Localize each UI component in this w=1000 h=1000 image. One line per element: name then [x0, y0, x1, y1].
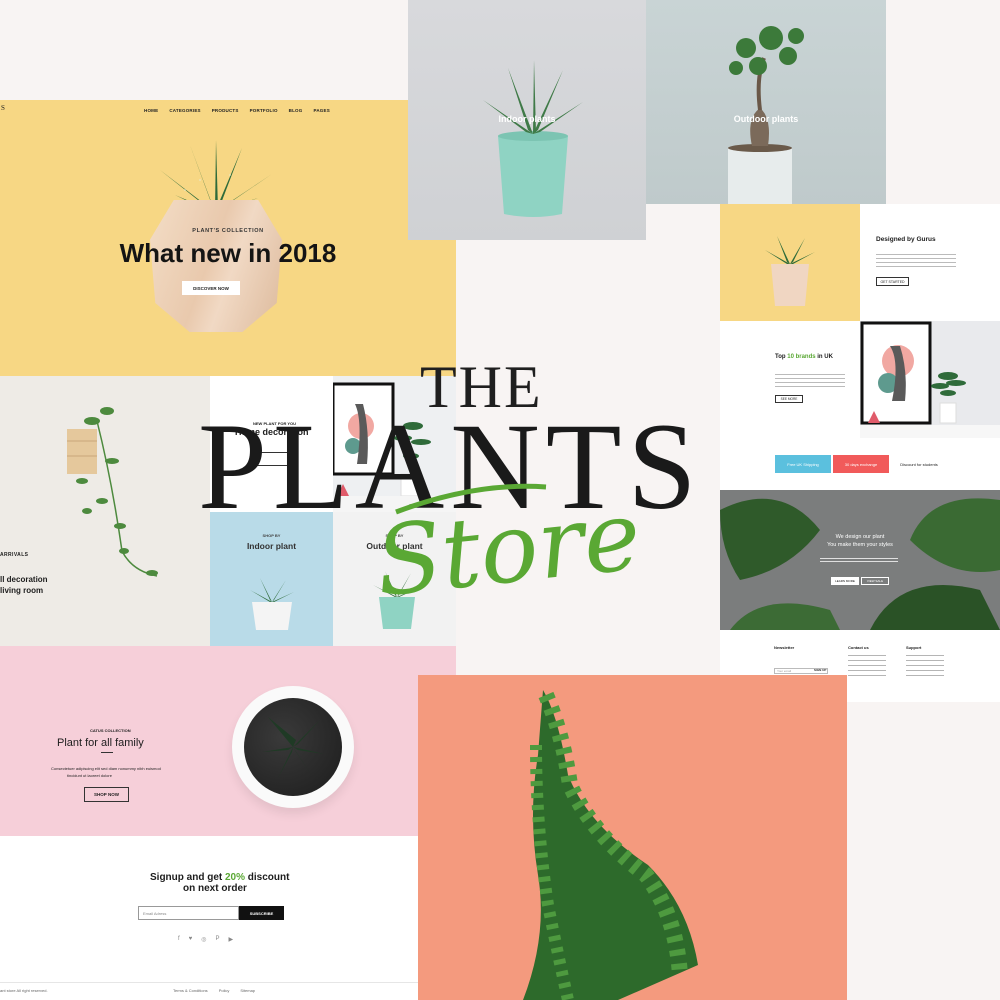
brand-title-store: Store	[371, 479, 646, 618]
signup-section: Signup and get 20% discount on next orde…	[0, 836, 418, 1000]
indoor-plant-image	[483, 60, 583, 217]
cactus-collection-section: CATUS COLLECTION Plant for all family Co…	[0, 646, 456, 836]
feature-student-discount: Discount for students	[900, 461, 938, 467]
designed-by-gurus-section: Designed by Gurus GET STARTED	[860, 204, 1000, 321]
social-links: f ♥ ◎ P ▶	[178, 936, 233, 943]
contact-lines	[848, 655, 886, 677]
indoor-plants-card[interactable]: Indoor plants	[408, 0, 646, 240]
learn-more-button[interactable]: LEARN MORE	[831, 577, 859, 585]
pinterest-icon[interactable]: P	[215, 936, 219, 943]
wall-heading-line2: living room	[0, 586, 44, 595]
footer-link-policy[interactable]: Policy	[219, 988, 230, 993]
main-nav: HOME CATEGORIES PRODUCTS PORTFOLIO BLOG …	[144, 108, 330, 113]
coral-plant-image	[418, 675, 847, 1000]
signup-heading-line1: Signup and get 20% discount	[150, 872, 290, 883]
features-bar: Free UK Shipping 30 days exchange Discou…	[720, 438, 1000, 490]
top-brands-heading: Top 10 brands in UK	[775, 354, 833, 360]
hero-collection-label: PLANT'S COLLECTION	[192, 228, 264, 234]
twitter-icon[interactable]: ♥	[189, 936, 193, 943]
get-started-button[interactable]: GET STARTED	[876, 277, 909, 286]
nav-item-pages[interactable]: PAGES	[313, 108, 329, 113]
copyright-text: ant store All right reserved.	[0, 988, 48, 993]
feature-free-shipping: Free UK Shipping	[775, 455, 831, 473]
nav-item-products[interactable]: PRODUCTS	[212, 108, 239, 113]
youtube-icon[interactable]: ▶	[229, 936, 234, 943]
cactus-collection-label: CATUS COLLECTION	[90, 728, 131, 733]
signup-email-input[interactable]: Email Adress	[138, 906, 239, 920]
discover-now-button[interactable]: DISCOVER NOW	[182, 281, 240, 295]
cactus-text-line2: tincidunt ut laoreet dolore	[67, 773, 112, 778]
shop-now-button[interactable]: SHOP NOW	[84, 787, 129, 802]
logo-fragment: S	[1, 104, 5, 112]
wall-heading-line1: ll decoration	[0, 575, 48, 584]
art-frame-image	[860, 321, 1000, 438]
top-brands-text-lines	[775, 374, 845, 388]
footer-divider	[0, 982, 418, 983]
store-script-text: Store	[371, 479, 646, 618]
wall-decoration-card[interactable]: ARRIVALS ll decoration living room	[0, 376, 210, 646]
newsletter-heading: Newsletter	[774, 645, 795, 650]
monstera-text-lines	[820, 558, 898, 563]
contact-heading: Contact us	[848, 645, 869, 650]
indoor-plants-label: Indoor plants	[498, 114, 556, 124]
hero-title: What new in 2018	[119, 238, 337, 268]
heading-divider	[101, 752, 113, 753]
outdoor-plants-card[interactable]: Outdoor plants	[646, 0, 886, 204]
arrivals-label: ARRIVALS	[0, 552, 29, 558]
designed-plant-image	[720, 204, 860, 321]
feature-exchange: 30 days exchange	[833, 455, 889, 473]
support-lines	[906, 655, 944, 677]
newsletter-button[interactable]: SIGN UP	[814, 668, 828, 674]
nav-item-categories[interactable]: CATEGORIES	[169, 108, 200, 113]
signup-heading-line2: on next order	[183, 883, 247, 894]
footer-link-terms[interactable]: Terms & Conditions	[173, 988, 208, 993]
support-heading: Support	[906, 645, 922, 650]
outdoor-plant-image	[728, 26, 804, 204]
outdoor-plants-label: Outdoor plants	[733, 114, 799, 124]
hero-banner: S HOME CATEGORIES PRODUCTS PORTFOLIO BLO…	[0, 100, 456, 376]
monstera-line1: We design our plant	[835, 534, 885, 540]
facebook-icon[interactable]: f	[178, 936, 180, 943]
cactus-plant-image	[262, 717, 324, 778]
top-brands-section: Top 10 brands in UK SEE MORE	[720, 321, 860, 438]
designed-heading: Designed by Gurus	[876, 236, 936, 243]
nav-item-portfolio[interactable]: PORTFOLIO	[250, 108, 278, 113]
instagram-icon[interactable]: ◎	[201, 936, 206, 943]
view-sale-button[interactable]: VIEW SALE	[861, 577, 889, 585]
indoor-mid-heading: Indoor plant	[246, 541, 297, 551]
monstera-banner: We design our plant You make them your s…	[720, 490, 1000, 630]
see-more-button[interactable]: SEE MORE	[775, 395, 803, 403]
subscribe-button[interactable]: SUBSCRIBE	[239, 906, 284, 920]
cactus-text-line1: Consectetuer adipiscing elit sed diam no…	[51, 766, 161, 771]
monstera-line2: You make them your styles	[827, 542, 893, 548]
footer-link-sitemap[interactable]: Sitemap	[240, 988, 255, 993]
designed-text-lines	[876, 254, 956, 268]
cactus-heading: Plant for all family	[57, 737, 144, 749]
footer-links: Terms & Conditions Policy Sitemap	[173, 988, 255, 993]
nav-item-home[interactable]: HOME	[144, 108, 158, 113]
nav-item-blog[interactable]: BLOG	[289, 108, 303, 113]
